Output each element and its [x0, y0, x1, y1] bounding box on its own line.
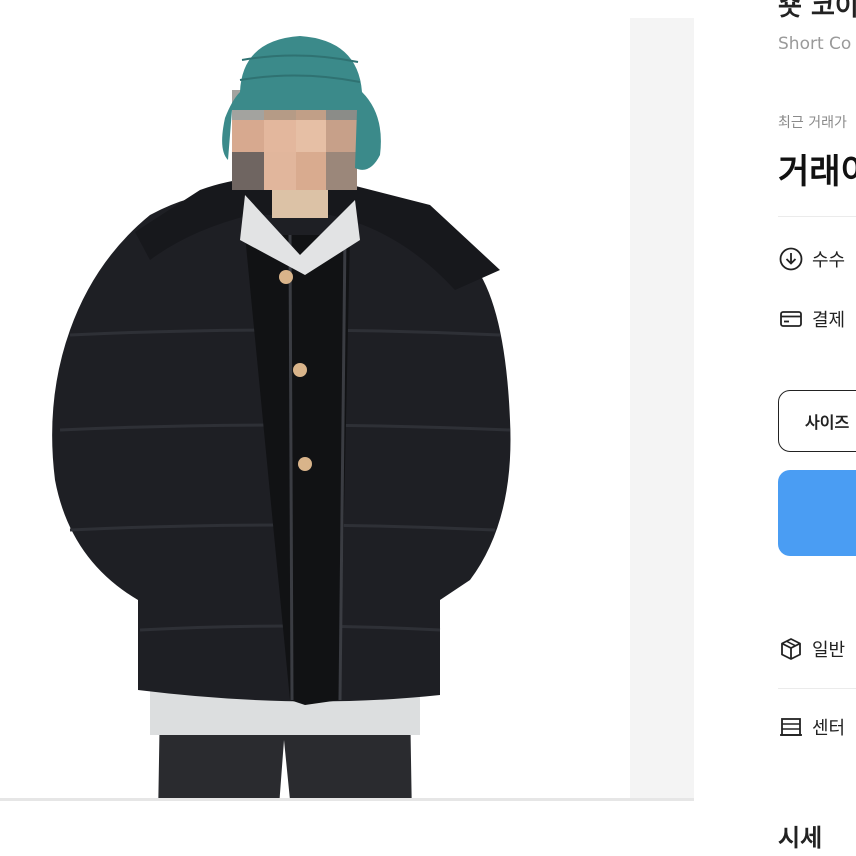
box-icon	[781, 638, 801, 660]
image-bottom-divider	[0, 798, 694, 801]
product-info: 숏 코이 Short Co 최근 거래가 거래이 수수 결제 사이즈 일반	[778, 0, 856, 856]
product-image[interactable]	[0, 18, 630, 800]
divider	[778, 216, 856, 217]
payment-row: 결제	[778, 306, 845, 332]
market-price-title: 시세	[778, 824, 823, 852]
payment-label: 결제	[812, 310, 846, 331]
buy-button[interactable]	[778, 470, 856, 556]
delivery-label: 일반	[812, 640, 846, 661]
product-photo	[52, 36, 511, 800]
fee-label: 수수	[812, 250, 846, 271]
center-row: 센터	[778, 714, 845, 740]
product-image-panel	[0, 18, 694, 800]
recent-price-label: 최근 거래가	[778, 115, 847, 131]
size-select-button[interactable]: 사이즈	[778, 390, 856, 452]
product-title: 숏 코이	[778, 0, 856, 22]
fee-row: 수수	[778, 246, 845, 272]
delivery-row: 일반	[778, 636, 845, 662]
divider	[778, 688, 856, 689]
price-text: 거래이	[778, 152, 856, 192]
center-label: 센터	[812, 718, 846, 739]
download-circle-icon	[779, 247, 803, 271]
card-icon	[780, 311, 802, 327]
product-subtitle: Short Co	[778, 34, 852, 54]
warehouse-icon	[780, 718, 802, 736]
